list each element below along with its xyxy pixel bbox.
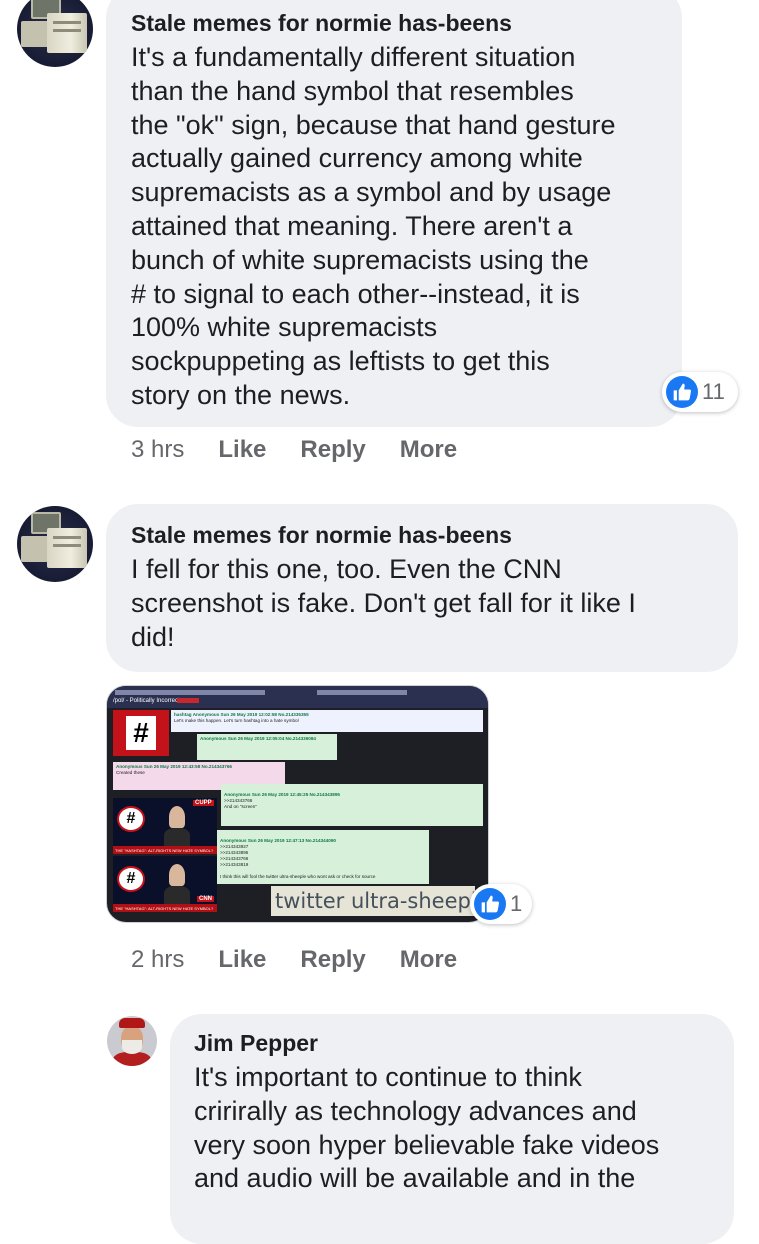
anchor-person-graphic [169,806,185,828]
avatar-hat-graphic [119,1018,145,1028]
op-post: hashtag Anonymous Sun 26 May 2019 12:02:… [171,710,483,732]
tv-ticker-text: THE "HASHTAG": ALT-RIGHTS NEW HATE SYMBO… [115,906,214,911]
anchor-body-graphic [164,828,190,846]
reply-post-body: Created these [116,770,145,775]
comment-author[interactable]: Stale memes for normie has-beens [131,8,658,38]
comment-bubble: Stale memes for normie has-beens I fell … [106,504,738,672]
board-nav-links [115,690,265,695]
reply-button[interactable]: Reply [300,946,365,974]
avatar-shirt-graphic [113,1052,151,1066]
hashtag-sign-graphic: # [117,806,145,832]
board-header-bar [107,686,488,708]
comment-text: It's a fundamentally different situation… [131,42,616,410]
comment-bubble: Stale memes for normie has-beens It's a … [106,0,682,427]
anchor-person-graphic [169,864,185,886]
tv-ticker-text: THE "HASHTAG": ALT-RIGHTS NEW HATE SYMBO… [115,848,214,853]
op-post-header: hashtag Anonymous Sun 26 May 2019 12:02:… [174,712,309,717]
comment-author[interactable]: Jim Pepper [194,1028,714,1058]
anchor-body-graphic [164,886,190,904]
fake-tv-screenshot: # CUPP THE "HASHTAG": ALT-RIGHTS NEW HAT… [113,798,217,854]
comment-actions: 2 hrs Like Reply More [131,946,491,974]
reaction-count: 11 [702,379,725,404]
avatar-computer-graphic [47,528,87,568]
image-caption: twitter ultra-sheeple [271,886,475,916]
avatar[interactable] [17,0,93,67]
comment-timestamp[interactable]: 3 hrs [131,436,184,464]
reply-post: Anonymous Sun 26 May 2019 12:45:25 No.21… [221,784,483,826]
comment-text: It's important to continue to think crir… [194,1062,660,1194]
avatar[interactable] [107,1016,157,1066]
like-button[interactable]: Like [218,436,266,464]
like-button[interactable]: Like [218,946,266,974]
board-nav-highlight [177,698,199,703]
attached-screenshot[interactable]: /pol/ - Politically Incorrect # hashtag … [106,685,489,923]
avatar-computer-graphic [47,13,87,53]
reply-post-body: >>214343766 And on "screen" [224,798,257,809]
comment-actions: 3 hrs Like Reply More [131,436,491,464]
thumbs-up-icon [474,888,506,920]
board-menu-links [317,690,407,695]
comment-bubble: Jim Pepper It's important to continue to… [170,1014,734,1244]
hashtag-sign-graphic: # [117,866,145,892]
reply-post-body: >>214343927 >>214343895 >>214343766 >>21… [220,844,376,879]
avatar[interactable] [17,506,93,582]
thumbs-up-icon [666,376,698,408]
reaction-badge[interactable]: 11 [662,372,738,412]
reaction-badge[interactable]: 1 [470,884,532,924]
reply-post: Anonymous Sun 26 May 2019 12:47:13 No.21… [217,830,429,884]
reaction-count: 1 [510,891,523,916]
comment-author[interactable]: Stale memes for normie has-beens [131,520,714,550]
more-button[interactable]: More [400,946,457,974]
reply-button[interactable]: Reply [300,436,365,464]
reply-post-header: Anonymous Sun 26 May 2019 12:43:58 No.21… [116,764,232,769]
avatar-beard-graphic [122,1040,142,1054]
more-button[interactable]: More [400,436,457,464]
tv-logo: CUPP [193,800,214,806]
reply-post-header: Anonymous Sun 26 May 2019 12:05:04 No.21… [200,736,316,741]
comment-text: I fell for this one, too. Even the CNN s… [131,554,636,652]
comment-timestamp[interactable]: 2 hrs [131,946,184,974]
board-title: /pol/ - Politically Incorrect [113,698,180,704]
tv-logo: CNN [197,896,214,902]
op-post-body: Let's make this happen. Let's turn hasht… [174,718,299,723]
reply-post: Anonymous Sun 26 May 2019 12:05:04 No.21… [197,734,337,760]
hashtag-symbol: # [126,716,156,750]
fake-tv-screenshot: # CNN THE "HASHTAG": ALT-RIGHTS NEW HATE… [113,856,217,912]
reply-post-header: Anonymous Sun 26 May 2019 12:45:25 No.21… [224,792,340,797]
reply-post-header: Anonymous Sun 26 May 2019 12:47:13 No.21… [220,838,336,843]
